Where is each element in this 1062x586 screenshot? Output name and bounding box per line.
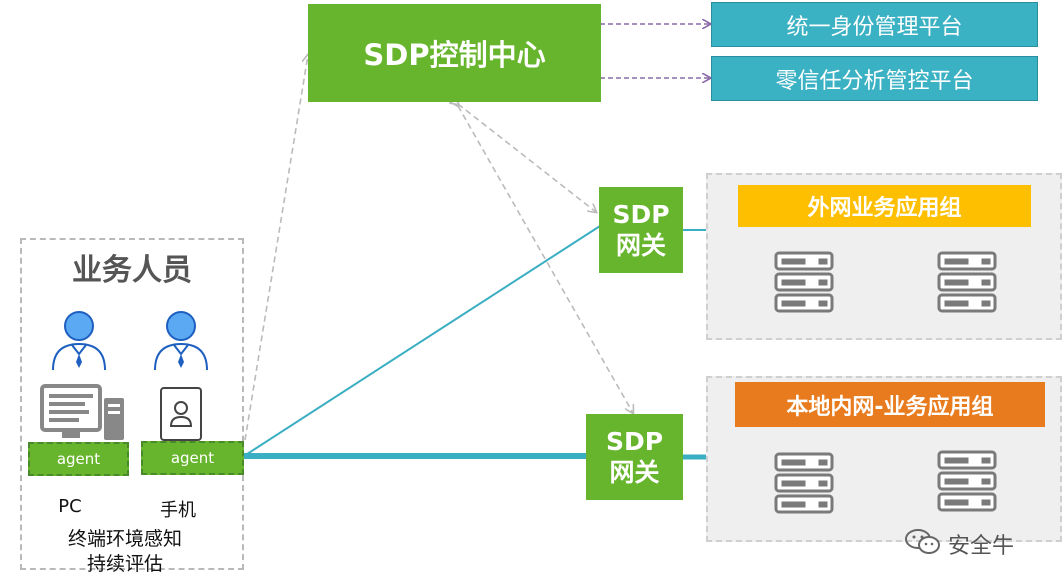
sdp-gateway-external: SDP 网关 (599, 187, 683, 273)
person-icon (154, 311, 208, 371)
analysis-platform-label: 零信任分析管控平台 (775, 68, 974, 94)
business-users-title: 业务人员 (72, 253, 192, 288)
phone-icon (160, 387, 202, 441)
internal-app-group-title: 本地内网-业务应用组 (735, 382, 1045, 427)
gateway-internal-line1: SDP (605, 426, 664, 456)
watermark-text: 安全牛 (948, 534, 1015, 559)
pc-icon (40, 384, 124, 440)
sdp-gateway-internal: SDP 网关 (586, 414, 683, 500)
wechat-icon (905, 529, 940, 554)
external-app-group-title: 外网业务应用组 (738, 185, 1031, 227)
server-icon (774, 251, 834, 313)
agent-phone-label: agent (170, 449, 215, 467)
identity-platform: 统一身份管理平台 (711, 2, 1038, 47)
sdp-control-center-label: SDP控制中心 (363, 38, 546, 72)
sdp-control-center: SDP控制中心 (308, 4, 601, 102)
server-icon (774, 452, 834, 514)
phone-caption: 手机 (160, 500, 196, 521)
server-icon (937, 450, 997, 512)
gateway-external-line2: 网关 (615, 231, 666, 260)
terminal-sensing-caption: 终端环境感知 (67, 528, 182, 550)
identity-platform-label: 统一身份管理平台 (786, 14, 963, 40)
gateway-internal-line2: 网关 (609, 458, 660, 487)
agent-phone: agent (141, 441, 244, 475)
continuous-eval-caption: 持续评估 (86, 553, 163, 575)
internal-app-group: 本地内网-业务应用组 (706, 376, 1062, 542)
external-app-group-title-text: 外网业务应用组 (807, 196, 962, 221)
external-app-group: 外网业务应用组 (706, 173, 1062, 340)
arrow-user-control (244, 55, 308, 441)
agent-pc: agent (28, 442, 129, 476)
link-user-gateway1 (243, 225, 601, 457)
internal-app-group-title-text: 本地内网-业务应用组 (786, 394, 994, 420)
arrow-control-gateway1 (458, 104, 596, 212)
server-icon (937, 251, 997, 313)
analysis-platform: 零信任分析管控平台 (711, 56, 1038, 101)
agent-pc-label: agent (56, 450, 101, 468)
pc-caption: PC (58, 496, 82, 517)
gateway-external-line1: SDP (612, 199, 670, 229)
person-icon (52, 311, 106, 371)
